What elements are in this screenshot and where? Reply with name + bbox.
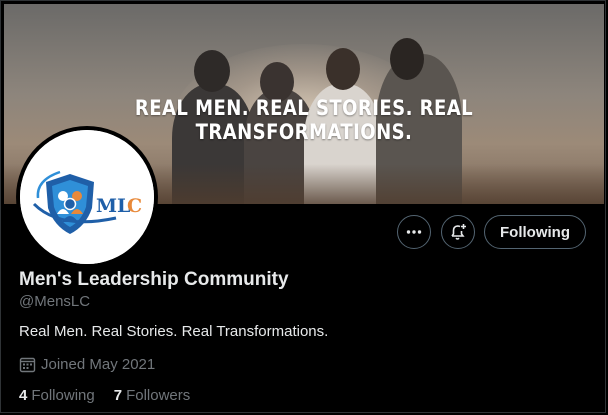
banner-figure-head <box>194 50 230 92</box>
logo-text-ml: ML <box>96 195 130 217</box>
avatar-image: ML C <box>20 130 154 264</box>
profile-name: Men's Leadership Community <box>19 269 289 290</box>
calendar-icon <box>19 357 36 373</box>
more-options-button[interactable] <box>397 215 431 249</box>
profile-stats: 4 Following 7 Followers <box>19 387 209 404</box>
notifications-button[interactable] <box>441 215 475 249</box>
following-button[interactable]: Following <box>484 215 586 249</box>
following-stat-link[interactable]: 4 Following <box>19 387 95 404</box>
joined-text: Joined May 2021 <box>41 356 156 373</box>
followers-label: Followers <box>126 387 191 404</box>
bell-plus-icon <box>451 224 466 240</box>
more-dots-icon <box>406 230 422 234</box>
logo-text-c: C <box>127 195 142 217</box>
following-count: 4 <box>19 387 28 404</box>
profile-avatar[interactable]: ML C <box>16 126 158 268</box>
following-label: Following <box>31 387 95 404</box>
followers-count: 7 <box>113 387 123 404</box>
profile-bio: Real Men. Real Stories. Real Transformat… <box>19 323 329 340</box>
mlc-shield-logo-icon: ML C <box>20 130 154 264</box>
banner-figure-head <box>390 38 424 80</box>
followers-stat-link[interactable]: 7 Followers <box>114 387 191 404</box>
profile-handle: @MensLC <box>19 293 91 310</box>
banner-figure-head <box>326 48 360 90</box>
joined-date: Joined May 2021 <box>19 356 155 373</box>
